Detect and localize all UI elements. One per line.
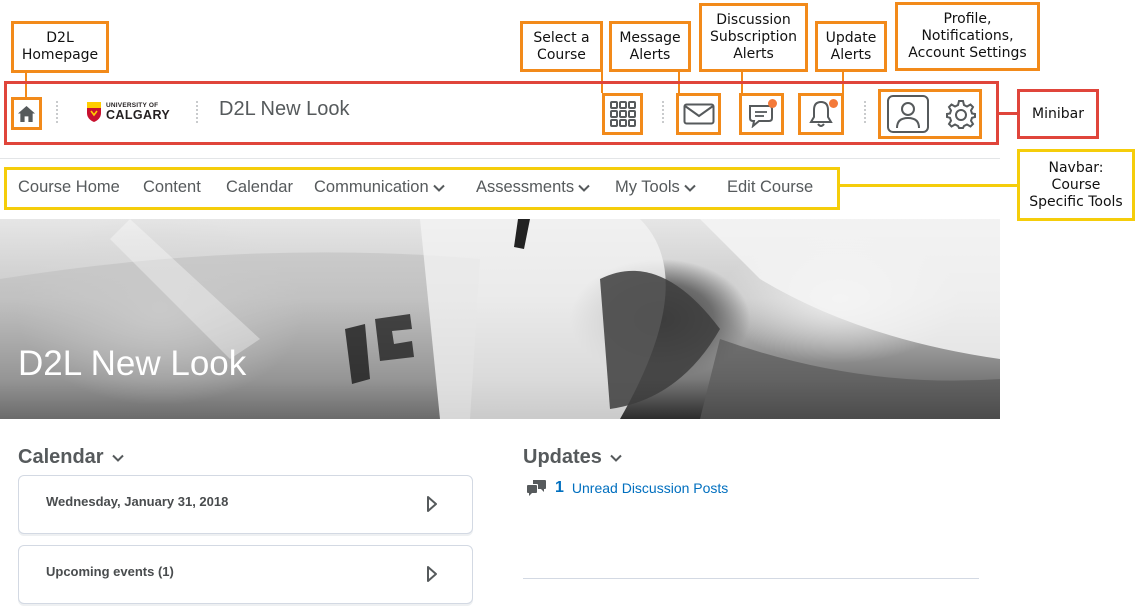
profile-button[interactable] bbox=[887, 95, 929, 133]
play-arrow-icon bbox=[427, 566, 437, 582]
chevron-down-icon bbox=[610, 454, 622, 462]
chevron-down-icon bbox=[684, 184, 696, 192]
discussion-alerts-button[interactable] bbox=[739, 93, 784, 135]
unread-discussion-link[interactable]: Unread Discussion Posts bbox=[572, 480, 728, 496]
calendar-widget-title[interactable]: Calendar bbox=[18, 446, 124, 469]
user-icon bbox=[896, 102, 920, 129]
calendar-date-label: Wednesday, January 31, 2018 bbox=[46, 494, 229, 509]
unread-count[interactable]: 1 bbox=[555, 479, 564, 497]
minibar-separator bbox=[56, 101, 58, 123]
nav-label: Calendar bbox=[226, 178, 293, 196]
envelope-icon bbox=[683, 103, 714, 125]
banner-newspaper-image bbox=[0, 219, 1000, 419]
notification-dot bbox=[768, 99, 777, 108]
chevron-down-icon bbox=[578, 184, 590, 192]
nav-label: Assessments bbox=[476, 178, 575, 196]
minibar-divider bbox=[0, 158, 1000, 159]
profile-settings-group bbox=[878, 89, 982, 139]
home-button[interactable] bbox=[11, 97, 42, 130]
callout-line bbox=[999, 112, 1017, 115]
callout-update-alerts: Update Alerts bbox=[815, 21, 887, 72]
play-arrow-icon bbox=[427, 496, 437, 512]
nav-edit-course[interactable]: Edit Course bbox=[727, 178, 813, 197]
banner-course-title: D2L New Look bbox=[18, 344, 247, 383]
updates-widget-title[interactable]: Updates bbox=[523, 446, 622, 469]
updates-divider bbox=[523, 578, 979, 579]
callout-navbar: Navbar: Course Specific Tools bbox=[1017, 149, 1135, 221]
nav-communication[interactable]: Communication bbox=[314, 178, 445, 197]
callout-discussion-alerts: Discussion Subscription Alerts bbox=[699, 3, 808, 72]
nav-calendar[interactable]: Calendar bbox=[226, 178, 293, 197]
upcoming-events-label: Upcoming events (1) bbox=[46, 564, 174, 579]
callout-minibar: Minibar bbox=[1017, 89, 1099, 139]
upcoming-events-card[interactable]: Upcoming events (1) bbox=[18, 545, 473, 604]
nav-content[interactable]: Content bbox=[143, 178, 201, 197]
widget-title-label: Calendar bbox=[18, 446, 104, 468]
nav-my-tools[interactable]: My Tools bbox=[615, 178, 696, 197]
callout-message-alerts: Message Alerts bbox=[609, 21, 691, 72]
minibar-separator bbox=[662, 101, 664, 123]
university-logo[interactable]: UNIVERSITY OF CALGARY bbox=[86, 99, 171, 125]
callout-select-course: Select a Course bbox=[520, 21, 603, 72]
chevron-down-icon bbox=[432, 184, 445, 192]
callout-profile: Profile, Notifications, Account Settings bbox=[895, 2, 1040, 71]
nav-label: Course Home bbox=[18, 178, 120, 196]
calendar-date-card[interactable]: Wednesday, January 31, 2018 bbox=[18, 475, 473, 534]
unread-discussion-row[interactable]: 1 Unread Discussion Posts bbox=[527, 479, 728, 497]
callout-d2l-homepage: D2L Homepage bbox=[11, 21, 109, 73]
nav-course-home[interactable]: Course Home bbox=[18, 178, 120, 197]
nav-label: Communication bbox=[314, 178, 429, 196]
grid-icon bbox=[609, 101, 636, 127]
settings-button[interactable] bbox=[945, 98, 977, 130]
discussion-icon bbox=[527, 480, 546, 496]
minibar-separator bbox=[196, 101, 198, 123]
nav-label: Content bbox=[143, 178, 201, 196]
nav-label: My Tools bbox=[615, 178, 680, 196]
notification-dot bbox=[829, 99, 838, 108]
chevron-down-icon bbox=[111, 454, 124, 462]
widget-title-label: Updates bbox=[523, 446, 602, 468]
nav-assessments[interactable]: Assessments bbox=[476, 178, 590, 197]
minibar-separator bbox=[864, 101, 866, 123]
home-icon bbox=[17, 105, 36, 122]
gear-icon bbox=[946, 100, 976, 129]
minibar-course-title[interactable]: D2L New Look bbox=[219, 98, 349, 121]
course-banner: D2L New Look bbox=[0, 219, 1000, 419]
logo-text-big: CALGARY bbox=[106, 108, 171, 122]
course-selector-button[interactable] bbox=[602, 93, 643, 135]
message-alerts-button[interactable] bbox=[676, 93, 721, 135]
nav-label: Edit Course bbox=[727, 178, 814, 196]
callout-line bbox=[840, 184, 1017, 187]
shield-icon bbox=[87, 102, 101, 122]
update-alerts-button[interactable] bbox=[798, 93, 844, 135]
